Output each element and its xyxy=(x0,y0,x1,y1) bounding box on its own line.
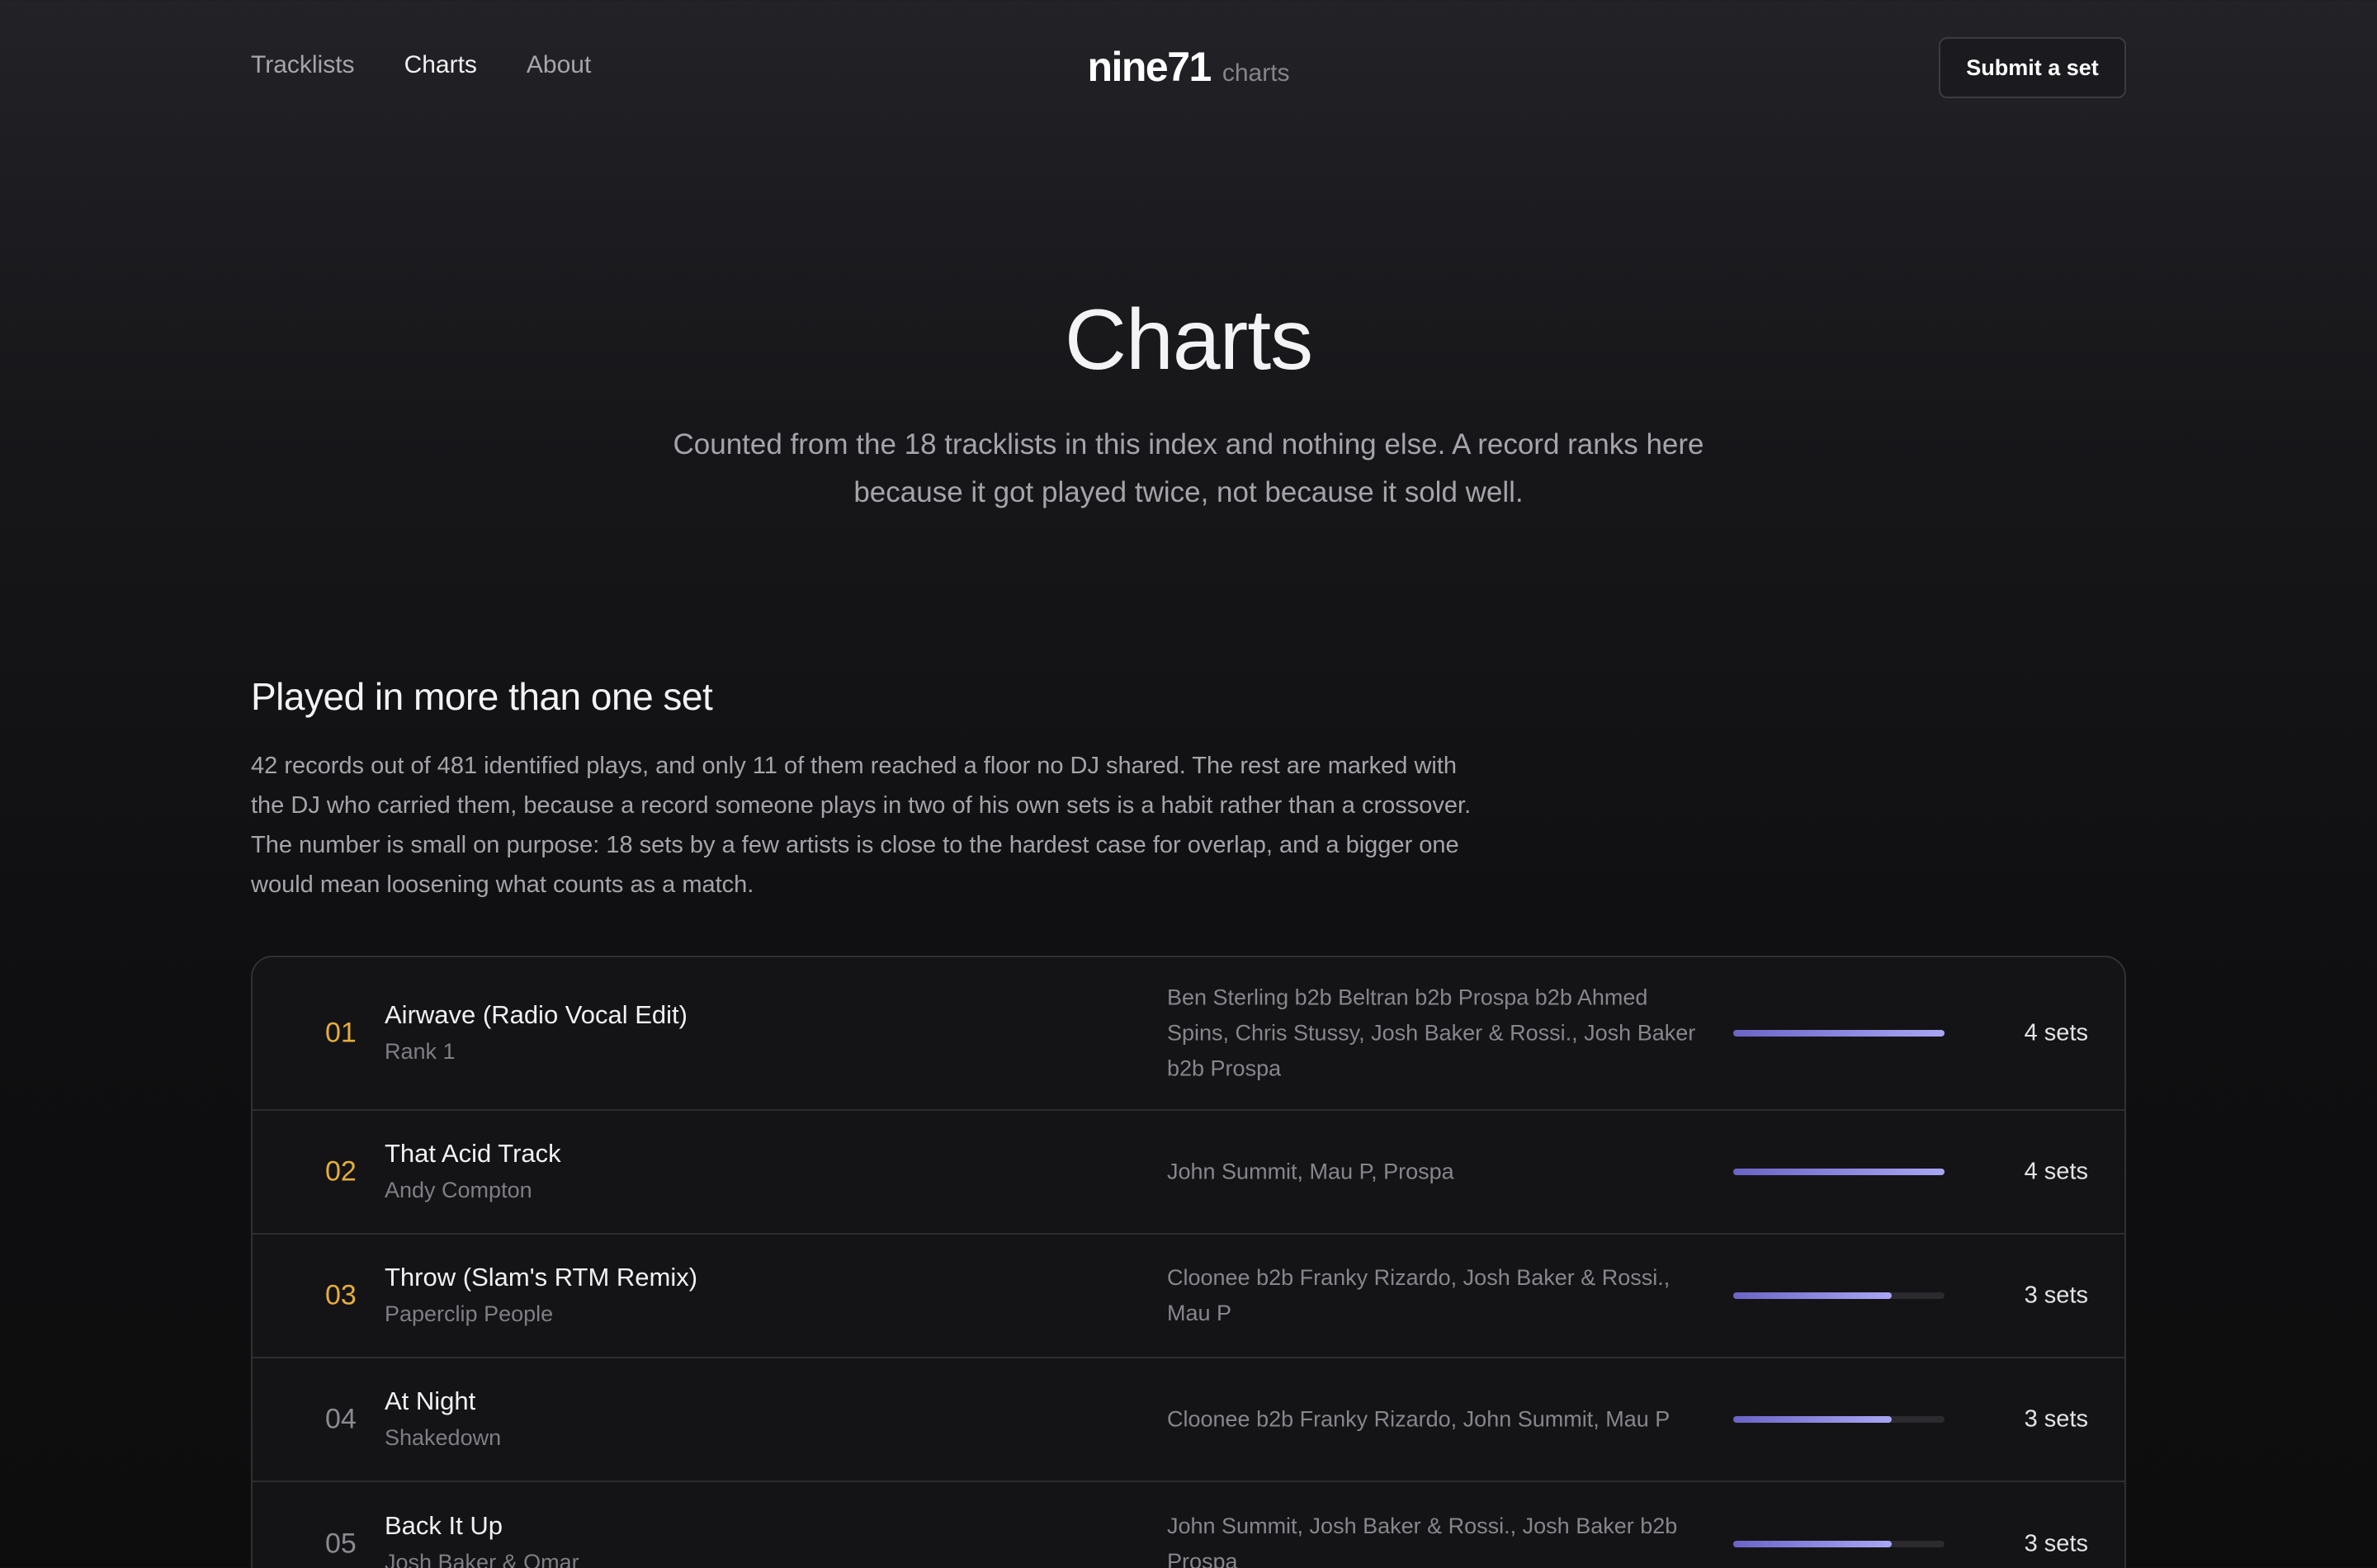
brand-tag: charts xyxy=(1222,59,1290,87)
dj-list: Ben Sterling b2b Beltran b2b Prospa b2b … xyxy=(1167,985,1696,1081)
sets-bar xyxy=(1733,1541,1945,1547)
submit-set-button[interactable]: Submit a set xyxy=(1939,37,2126,98)
hero: Charts Counted from the 18 tracklists in… xyxy=(0,290,2377,517)
sets-bar-fill xyxy=(1733,1169,1945,1175)
sets-bar-fill xyxy=(1733,1541,1892,1547)
nav-link-about[interactable]: About xyxy=(527,51,591,79)
page-subtitle: Counted from the 18 tracklists in this i… xyxy=(673,428,1704,508)
dj-list: John Summit, Mau P, Prospa xyxy=(1167,1159,1454,1184)
chart-row[interactable]: 04 At Night Shakedown Cloonee b2b Franky… xyxy=(253,1358,2124,1482)
track-info: That Acid Track Andy Compton xyxy=(385,1136,561,1208)
dj-list: John Summit, Josh Baker & Rossi., Josh B… xyxy=(1167,1514,1678,1568)
sets-bar-fill xyxy=(1733,1292,1892,1299)
track-info: Throw (Slam's RTM Remix) Paperclip Peopl… xyxy=(385,1259,697,1332)
page-title: Charts xyxy=(1064,292,1313,388)
sets-count: 3 sets xyxy=(2024,1530,2088,1557)
sets-bar-fill xyxy=(1733,1030,1945,1037)
sets-count: 4 sets xyxy=(2024,1158,2088,1185)
chart-row[interactable]: 03 Throw (Slam's RTM Remix) Paperclip Pe… xyxy=(253,1235,2124,1358)
sets-count: 3 sets xyxy=(2024,1405,2088,1433)
dj-list: Cloonee b2b Franky Rizardo, John Summit,… xyxy=(1167,1406,1671,1432)
track-artist: Josh Baker & Omar xyxy=(385,1550,579,1568)
nav-link-charts[interactable]: Charts xyxy=(404,51,477,79)
sets-bar xyxy=(1733,1292,1945,1299)
track-artist: Shakedown xyxy=(385,1425,502,1450)
track-title: Throw (Slam's RTM Remix) xyxy=(385,1263,698,1292)
sets-count: 4 sets xyxy=(2024,1019,2088,1046)
chart-row[interactable]: 05 Back It Up Josh Baker & Omar John Sum… xyxy=(253,1482,2124,1568)
chart-table: 01 Airwave (Radio Vocal Edit) Rank 1 Ben… xyxy=(251,956,2126,1568)
track-artist: Andy Compton xyxy=(385,1178,532,1202)
sets-bar xyxy=(1733,1030,1945,1037)
nav-links: Tracklists Charts About xyxy=(251,51,591,79)
chart-row[interactable]: 02 That Acid Track Andy Compton John Sum… xyxy=(253,1111,2124,1235)
track-info: Airwave (Radio Vocal Edit) Rank 1 xyxy=(385,997,688,1070)
track-info: Back It Up Josh Baker & Omar xyxy=(385,1508,579,1568)
brand-name: nine71 xyxy=(1087,44,1212,90)
sets-bar xyxy=(1733,1416,1945,1423)
track-artist: Rank 1 xyxy=(385,1039,456,1064)
top-nav: Tracklists Charts About nine71 charts Su… xyxy=(251,0,2126,135)
track-title: Back It Up xyxy=(385,1511,503,1540)
section-description: 42 records out of 481 identified plays, … xyxy=(251,753,1472,898)
track-info: At Night Shakedown xyxy=(385,1383,501,1456)
track-title: At Night xyxy=(385,1386,476,1415)
sets-bar xyxy=(1733,1169,1945,1175)
section-intro: Played in more than one set 42 records o… xyxy=(251,670,2126,904)
rank-number: 02 xyxy=(325,1155,357,1188)
sets-count: 3 sets xyxy=(2024,1282,2088,1309)
nav-link-tracklists[interactable]: Tracklists xyxy=(251,51,355,79)
chart-row[interactable]: 01 Airwave (Radio Vocal Edit) Rank 1 Ben… xyxy=(253,957,2124,1111)
track-title: That Acid Track xyxy=(385,1139,561,1168)
dj-list: Cloonee b2b Franky Rizardo, Josh Baker &… xyxy=(1167,1265,1671,1325)
rank-number: 05 xyxy=(325,1528,357,1560)
section-title: Played in more than one set xyxy=(251,675,713,718)
brand-logo[interactable]: nine71 charts xyxy=(1087,43,1289,91)
track-title: Airwave (Radio Vocal Edit) xyxy=(385,1000,688,1029)
rank-number: 03 xyxy=(325,1279,357,1311)
sets-bar-fill xyxy=(1733,1416,1892,1423)
rank-number: 04 xyxy=(325,1403,357,1435)
rank-number: 01 xyxy=(325,1017,357,1049)
track-artist: Paperclip People xyxy=(385,1301,554,1326)
